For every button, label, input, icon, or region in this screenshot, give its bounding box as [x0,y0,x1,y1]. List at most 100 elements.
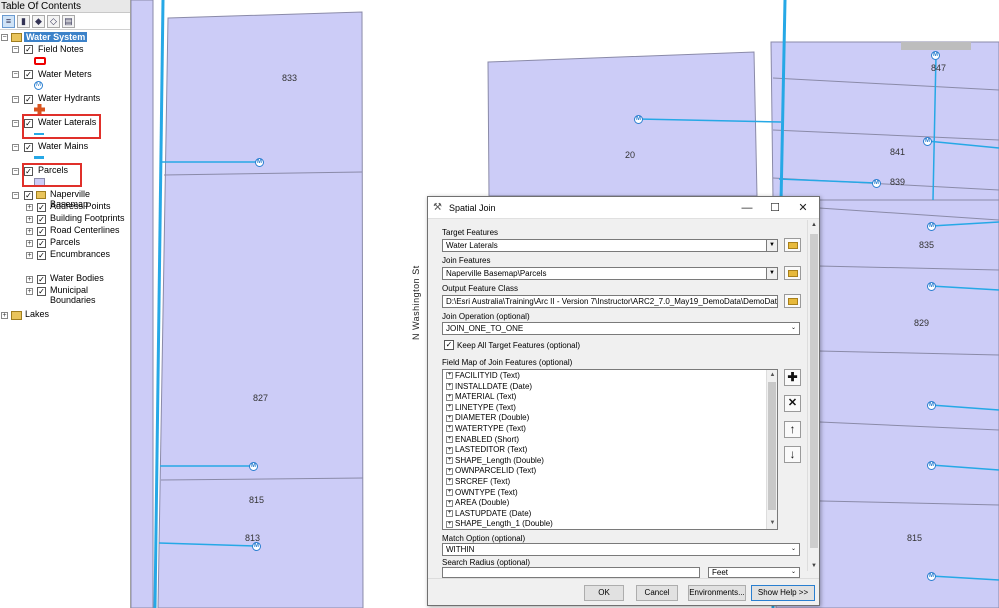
scroll-down-icon[interactable]: ▼ [808,563,820,569]
expand-lakes-icon[interactable]: + [1,312,8,319]
move-up-button[interactable]: ↑ [784,421,801,438]
expand-building-footprints-icon[interactable]: + [26,216,33,223]
water-mains-checkbox[interactable]: ✓ [24,143,33,152]
dialog-titlebar[interactable]: ⚒ Spatial Join [428,197,819,219]
field-notes-checkbox[interactable]: ✓ [24,45,33,54]
chevron-down-icon[interactable]: ▼ [766,268,777,279]
collapse-field-notes-icon[interactable]: − [12,46,19,53]
move-down-button[interactable]: ↓ [784,446,801,463]
expand-municipal-boundaries-icon[interactable]: + [26,288,33,295]
cancel-button[interactable]: Cancel [636,585,678,601]
water-bodies-checkbox[interactable]: ✓ [37,275,46,284]
water-meter-icon[interactable]: M [931,51,940,60]
water-meter-icon[interactable]: M [927,282,936,291]
scroll-thumb[interactable] [768,382,776,510]
layer-label-water-mains[interactable]: Water Mains [38,141,88,151]
browse-output-button[interactable] [784,294,801,308]
water-meter-icon[interactable]: M [634,115,643,124]
show-help-button[interactable]: Show Help >> [751,585,815,601]
field-map-item[interactable]: + SHAPE_Length_1 (Double) [446,519,553,529]
layer-label-road-centerlines[interactable]: Road Centerlines [50,225,120,235]
collapse-water-system-icon[interactable]: − [1,34,8,41]
field-map-item[interactable]: + WATERTYPE (Text) [446,424,526,434]
collapse-water-laterals-icon[interactable]: − [12,120,19,127]
field-map-item[interactable]: + FACILITYID (Text) [446,371,520,381]
toc-options-icon[interactable]: ▤ [62,14,75,28]
field-map-scrollbar[interactable]: ▲ ▼ [766,370,777,529]
expand-encumbrances-icon[interactable]: + [26,252,33,259]
scroll-up-icon[interactable]: ▲ [808,222,820,228]
field-map-list[interactable]: + FACILITYID (Text) + INSTALLDATE (Date) + MA… [442,369,778,530]
collapse-basemap-icon[interactable]: − [12,192,19,199]
layer-label-address-points[interactable]: Address Points [50,201,111,211]
scroll-down-icon[interactable]: ▼ [767,518,777,529]
field-map-item[interactable]: + LASTUPDATE (Date) [446,509,531,519]
layer-label-water-bodies[interactable]: Water Bodies [50,273,104,283]
basemap-checkbox[interactable]: ✓ [24,191,33,200]
municipal-boundaries-checkbox[interactable]: ✓ [37,287,46,296]
expand-field-icon[interactable]: + [446,499,453,507]
water-meter-icon[interactable]: M [249,462,258,471]
layer-label-water-meters[interactable]: Water Meters [38,69,92,79]
field-map-item[interactable]: + AREA (Double) [446,498,509,508]
address-points-checkbox[interactable]: ✓ [37,203,46,212]
browse-target-button[interactable] [784,238,801,252]
layer-label-encumbrances[interactable]: Encumbrances [50,249,110,259]
water-meters-checkbox[interactable]: ✓ [24,70,33,79]
water-meter-icon[interactable]: M [927,572,936,581]
water-meter-icon[interactable]: M [927,461,936,470]
road-centerlines-checkbox[interactable]: ✓ [37,227,46,236]
chevron-down-icon[interactable]: ⌄ [788,544,799,555]
expand-field-icon[interactable]: + [446,425,453,433]
chevron-down-icon[interactable]: ⌄ [788,568,799,577]
match-option-dropdown[interactable]: WITHIN ⌄ [442,543,800,556]
expand-field-icon[interactable]: + [446,510,453,518]
add-field-button[interactable]: ✚ [784,369,801,386]
join-features-dropdown[interactable]: Naperville Basemap\Parcels ▼ [442,267,778,280]
keep-all-checkbox[interactable]: ✓ [444,340,454,350]
expand-address-points-icon[interactable]: + [26,204,33,211]
layer-label-municipal-boundaries[interactable]: Municipal Boundaries [50,285,130,305]
expand-water-bodies-icon[interactable]: + [26,276,33,283]
browse-join-button[interactable] [784,266,801,280]
water-meter-icon[interactable]: M [927,222,936,231]
field-map-item[interactable]: + OWNTYPE (Text) [446,488,518,498]
join-operation-dropdown[interactable]: JOIN_ONE_TO_ONE ⌄ [442,322,800,335]
remove-field-button[interactable]: ✕ [784,395,801,412]
field-map-item[interactable]: + LASTEDITOR (Text) [446,445,527,455]
expand-field-icon[interactable]: + [446,457,453,465]
field-map-item[interactable]: + SRCREF (Text) [446,477,510,487]
field-map-item[interactable]: + OWNPARCELID (Text) [446,466,536,476]
list-by-source-icon[interactable]: ▮ [17,14,30,28]
expand-field-icon[interactable]: + [446,372,453,380]
layer-label-building-footprints[interactable]: Building Footprints [50,213,125,223]
list-by-selection-icon[interactable]: ◇ [47,14,60,28]
layer-label-field-notes[interactable]: Field Notes [38,44,84,54]
list-by-drawing-order-icon[interactable]: ≡ [2,14,15,28]
environments-button[interactable]: Environments... [688,585,746,601]
field-map-item[interactable]: + DIAMETER (Double) [446,413,529,423]
collapse-water-hydrants-icon[interactable]: − [12,96,19,103]
chevron-down-icon[interactable]: ⌄ [788,323,799,334]
scroll-up-icon[interactable]: ▲ [767,370,777,381]
dialog-scrollbar[interactable]: ▲ ▼ [807,220,819,571]
field-map-item[interactable]: + INSTALLDATE (Date) [446,382,532,392]
field-map-item[interactable]: + MATERIAL (Text) [446,392,516,402]
layer-label-lakes[interactable]: Lakes [25,309,49,319]
basemap-parcels-checkbox[interactable]: ✓ [37,239,46,248]
collapse-water-mains-icon[interactable]: − [12,144,19,151]
layer-label-water-hydrants[interactable]: Water Hydrants [38,93,100,103]
expand-field-icon[interactable]: + [446,520,453,528]
water-meter-icon[interactable]: M [252,542,261,551]
field-map-item[interactable]: + SHAPE_Length (Double) [446,456,544,466]
water-meter-icon[interactable]: M [927,401,936,410]
collapse-water-meters-icon[interactable]: − [12,71,19,78]
expand-field-icon[interactable]: + [446,414,453,422]
output-feature-class-field[interactable]: D:\Esri Australia\Training\Arc II - Vers… [442,295,778,308]
water-meter-icon[interactable]: M [923,137,932,146]
expand-basemap-parcels-icon[interactable]: + [26,240,33,247]
target-features-dropdown[interactable]: Water Laterals ▼ [442,239,778,252]
water-meter-icon[interactable]: M [872,179,881,188]
expand-field-icon[interactable]: + [446,435,453,443]
field-map-item[interactable]: + ENABLED (Short) [446,435,519,445]
